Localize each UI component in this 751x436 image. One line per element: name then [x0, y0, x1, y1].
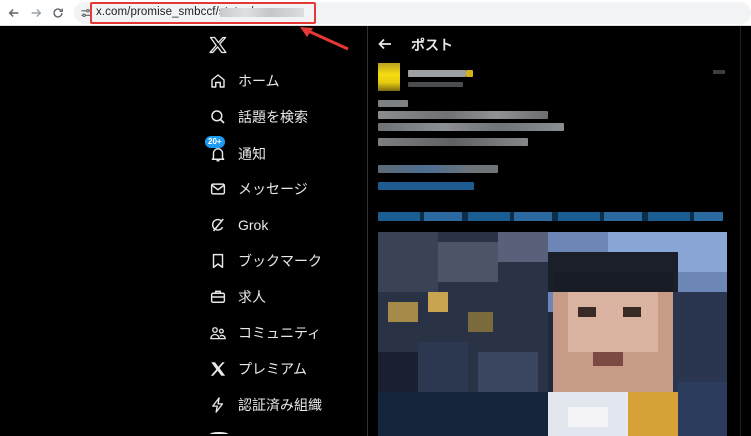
post-text-line — [378, 111, 548, 119]
nav-label-messages: メッセージ — [238, 181, 308, 197]
briefcase-icon — [203, 286, 233, 308]
nav-item-home[interactable]: ホーム — [203, 67, 280, 95]
x-logo-icon[interactable] — [208, 35, 228, 55]
author-name-redacted[interactable] — [408, 70, 466, 77]
nav-item-jobs[interactable]: 求人 — [203, 283, 266, 311]
nav-item-verified-orgs[interactable]: 認証済み組織 — [203, 391, 322, 419]
nav-label-communities: コミュニティ — [238, 325, 322, 341]
mail-icon — [203, 178, 233, 200]
home-icon — [203, 70, 233, 92]
forward-button[interactable] — [26, 3, 46, 23]
post-text-line — [378, 123, 564, 131]
reload-icon — [53, 8, 63, 18]
post-link-redacted[interactable] — [378, 182, 474, 190]
nav-label-jobs: 求人 — [238, 289, 266, 305]
nav-item-communities[interactable]: コミュニティ — [203, 319, 321, 347]
browser-toolbar: x.com/promise_smbccf/status/ — [0, 0, 751, 26]
nav-label-bookmarks: ブックマーク — [238, 253, 322, 269]
nav-label-verified-orgs: 認証済み組織 — [238, 397, 322, 413]
media-pixelated — [378, 232, 727, 436]
url-annotation-box — [90, 2, 316, 24]
nav-label-grok: Grok — [238, 217, 269, 233]
notification-badge: 20+ — [205, 136, 225, 148]
nav-label-home: ホーム — [238, 73, 280, 89]
bookmark-icon — [203, 250, 233, 272]
post-text-line — [378, 100, 408, 107]
nav-item-bookmarks[interactable]: ブックマーク — [203, 247, 322, 275]
arrow-left-icon — [8, 9, 19, 17]
annotation-arrow-icon — [300, 27, 349, 51]
back-button[interactable] — [4, 3, 24, 23]
nav-item-notifications[interactable]: 20+ 通知 — [203, 136, 266, 168]
more-options-icon[interactable] — [713, 70, 725, 74]
post-text-line — [378, 165, 498, 173]
search-icon — [203, 106, 233, 128]
nav-item-explore[interactable]: 話題を検索 — [203, 103, 308, 131]
nav-item-grok[interactable]: Grok — [203, 211, 268, 239]
post-hashtags-redacted[interactable] — [378, 212, 723, 221]
back-arrow-icon[interactable] — [377, 36, 393, 52]
lightning-icon — [203, 394, 233, 416]
grok-icon — [203, 214, 233, 236]
verified-badge — [466, 70, 473, 77]
nav-item-more-partial[interactable] — [210, 432, 228, 436]
reload-button[interactable] — [48, 3, 68, 23]
community-icon — [203, 322, 233, 344]
nav-item-messages[interactable]: メッセージ — [203, 175, 308, 203]
page-title: ポスト — [411, 37, 453, 53]
arrow-right-icon — [31, 9, 42, 17]
nav-label-notifications: 通知 — [238, 146, 266, 162]
avatar[interactable] — [378, 63, 400, 91]
author-handle-redacted — [408, 82, 463, 87]
bell-icon: 20+ — [203, 136, 233, 165]
x-premium-icon — [203, 358, 233, 380]
nav-item-premium[interactable]: プレミアム — [203, 355, 307, 383]
column-divider-right — [740, 26, 741, 436]
column-divider — [367, 26, 368, 436]
post-text-line — [378, 138, 528, 146]
nav-label-premium: プレミアム — [238, 361, 308, 377]
post-media-image[interactable] — [378, 232, 727, 436]
nav-label-explore: 話題を検索 — [238, 109, 308, 125]
